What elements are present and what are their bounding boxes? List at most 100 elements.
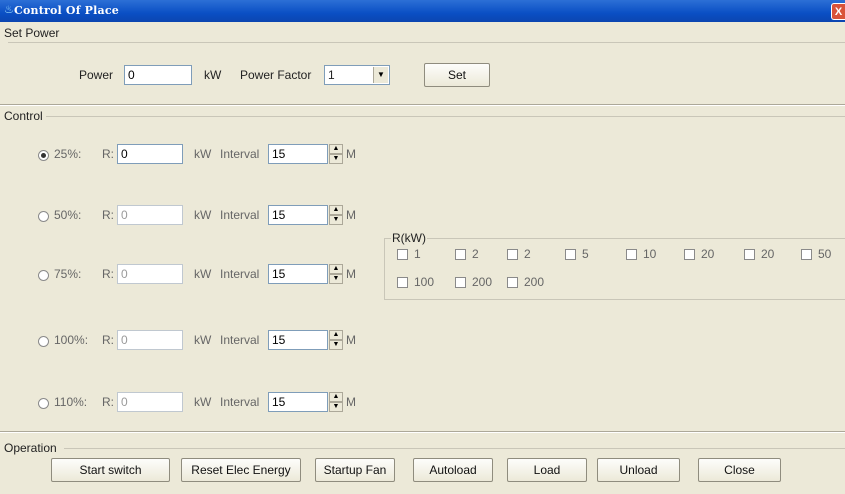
- spin-up-icon[interactable]: ▲: [329, 264, 343, 274]
- rkw-checkbox[interactable]: [507, 277, 518, 288]
- load-percent-label: 110%:: [54, 395, 88, 409]
- interval-input[interactable]: 15: [268, 205, 328, 225]
- spin-up-icon[interactable]: ▲: [329, 392, 343, 402]
- r-input[interactable]: 0: [117, 392, 183, 412]
- rkw-checkbox[interactable]: [507, 249, 518, 260]
- startup-fan-button[interactable]: Startup Fan: [315, 458, 395, 482]
- rkw-value-label: 2: [524, 247, 531, 261]
- load-radio[interactable]: [38, 398, 49, 409]
- rkw-value-label: 20: [761, 247, 775, 261]
- rkw-checkbox[interactable]: [744, 249, 755, 260]
- r-input[interactable]: 0: [117, 330, 183, 350]
- minutes-label: M: [346, 147, 356, 161]
- rkw-checkbox[interactable]: [801, 249, 812, 260]
- spin-down-icon[interactable]: ▼: [329, 340, 343, 350]
- r-input[interactable]: 0: [117, 205, 183, 225]
- load-radio[interactable]: [38, 150, 49, 161]
- spin-down-icon[interactable]: ▼: [329, 274, 343, 284]
- rkw-legend: R(kW): [391, 231, 427, 245]
- operation-group-line: [64, 448, 845, 449]
- r-label: R:: [102, 267, 114, 281]
- rkw-checkbox[interactable]: [565, 249, 576, 260]
- rkw-checkbox[interactable]: [455, 249, 466, 260]
- rkw-group: [384, 238, 845, 300]
- rkw-value-label: 200: [472, 275, 493, 289]
- title-bar: ♨ Control Of Place X: [0, 0, 845, 22]
- app-icon: ♨: [4, 4, 14, 16]
- autoload-button[interactable]: Autoload: [413, 458, 493, 482]
- unload-button[interactable]: Unload: [597, 458, 680, 482]
- kw-unit-label: kW: [194, 147, 212, 161]
- interval-label: Interval: [220, 333, 260, 347]
- spin-down-icon[interactable]: ▼: [329, 154, 343, 164]
- load-radio[interactable]: [38, 270, 49, 281]
- interval-label: Interval: [220, 147, 260, 161]
- load-percent-label: 100%:: [54, 333, 89, 347]
- start-switch-button[interactable]: Start switch: [51, 458, 170, 482]
- power-unit-label: kW: [204, 68, 222, 82]
- spin-up-icon[interactable]: ▲: [329, 205, 343, 215]
- interval-label: Interval: [220, 395, 260, 409]
- rkw-value-label: 10: [643, 247, 657, 261]
- power-label: Power: [79, 68, 114, 82]
- power-factor-value: 1: [328, 68, 335, 82]
- minutes-label: M: [346, 267, 356, 281]
- r-input[interactable]: 0: [117, 264, 183, 284]
- interval-input[interactable]: 15: [268, 144, 328, 164]
- load-percent-label: 50%:: [54, 208, 82, 222]
- rkw-value-label: 1: [414, 247, 421, 261]
- r-label: R:: [102, 147, 114, 161]
- interval-spinner[interactable]: ▲ ▼: [329, 144, 343, 164]
- spin-up-icon[interactable]: ▲: [329, 330, 343, 340]
- rkw-checkbox[interactable]: [626, 249, 637, 260]
- window-title: Control Of Place: [14, 4, 119, 17]
- interval-input[interactable]: 15: [268, 330, 328, 350]
- divider: [0, 431, 845, 433]
- spin-down-icon[interactable]: ▼: [329, 215, 343, 225]
- window-close-button[interactable]: X: [831, 3, 845, 20]
- kw-unit-label: kW: [194, 395, 212, 409]
- load-radio[interactable]: [38, 211, 49, 222]
- load-radio[interactable]: [38, 336, 49, 347]
- load-percent-label: 25%:: [54, 147, 82, 161]
- operation-legend: Operation: [4, 441, 57, 455]
- rkw-value-label: 2: [472, 247, 479, 261]
- rkw-value-label: 100: [414, 275, 435, 289]
- interval-label: Interval: [220, 208, 260, 222]
- control-legend: Control: [4, 109, 43, 123]
- interval-spinner[interactable]: ▲ ▼: [329, 264, 343, 284]
- power-factor-select[interactable]: 1 ▼: [324, 65, 390, 85]
- interval-spinner[interactable]: ▲ ▼: [329, 205, 343, 225]
- rkw-checkbox[interactable]: [684, 249, 695, 260]
- rkw-checkbox[interactable]: [397, 249, 408, 260]
- interval-spinner[interactable]: ▲ ▼: [329, 392, 343, 412]
- set-button[interactable]: Set: [424, 63, 490, 87]
- r-label: R:: [102, 395, 114, 409]
- r-label: R:: [102, 333, 114, 347]
- chevron-down-icon[interactable]: ▼: [373, 67, 388, 83]
- spin-up-icon[interactable]: ▲: [329, 144, 343, 154]
- load-percent-label: 75%:: [54, 267, 82, 281]
- r-label: R:: [102, 208, 114, 222]
- load-button[interactable]: Load: [507, 458, 587, 482]
- kw-unit-label: kW: [194, 208, 212, 222]
- rkw-checkbox[interactable]: [455, 277, 466, 288]
- reset-elec-energy-button[interactable]: Reset Elec Energy: [181, 458, 301, 482]
- kw-unit-label: kW: [194, 333, 212, 347]
- r-input[interactable]: 0: [117, 144, 183, 164]
- spin-down-icon[interactable]: ▼: [329, 402, 343, 412]
- power-factor-label: Power Factor: [240, 68, 312, 82]
- interval-input[interactable]: 15: [268, 264, 328, 284]
- power-input[interactable]: 0: [124, 65, 192, 85]
- interval-spinner[interactable]: ▲ ▼: [329, 330, 343, 350]
- close-button[interactable]: Close: [698, 458, 781, 482]
- rkw-value-label: 50: [818, 247, 832, 261]
- rkw-value-label: 5: [582, 247, 589, 261]
- interval-label: Interval: [220, 267, 260, 281]
- minutes-label: M: [346, 395, 356, 409]
- set-power-legend: Set Power: [4, 26, 60, 40]
- interval-input[interactable]: 15: [268, 392, 328, 412]
- rkw-value-label: 20: [701, 247, 715, 261]
- rkw-checkbox[interactable]: [397, 277, 408, 288]
- rkw-value-label: 200: [524, 275, 545, 289]
